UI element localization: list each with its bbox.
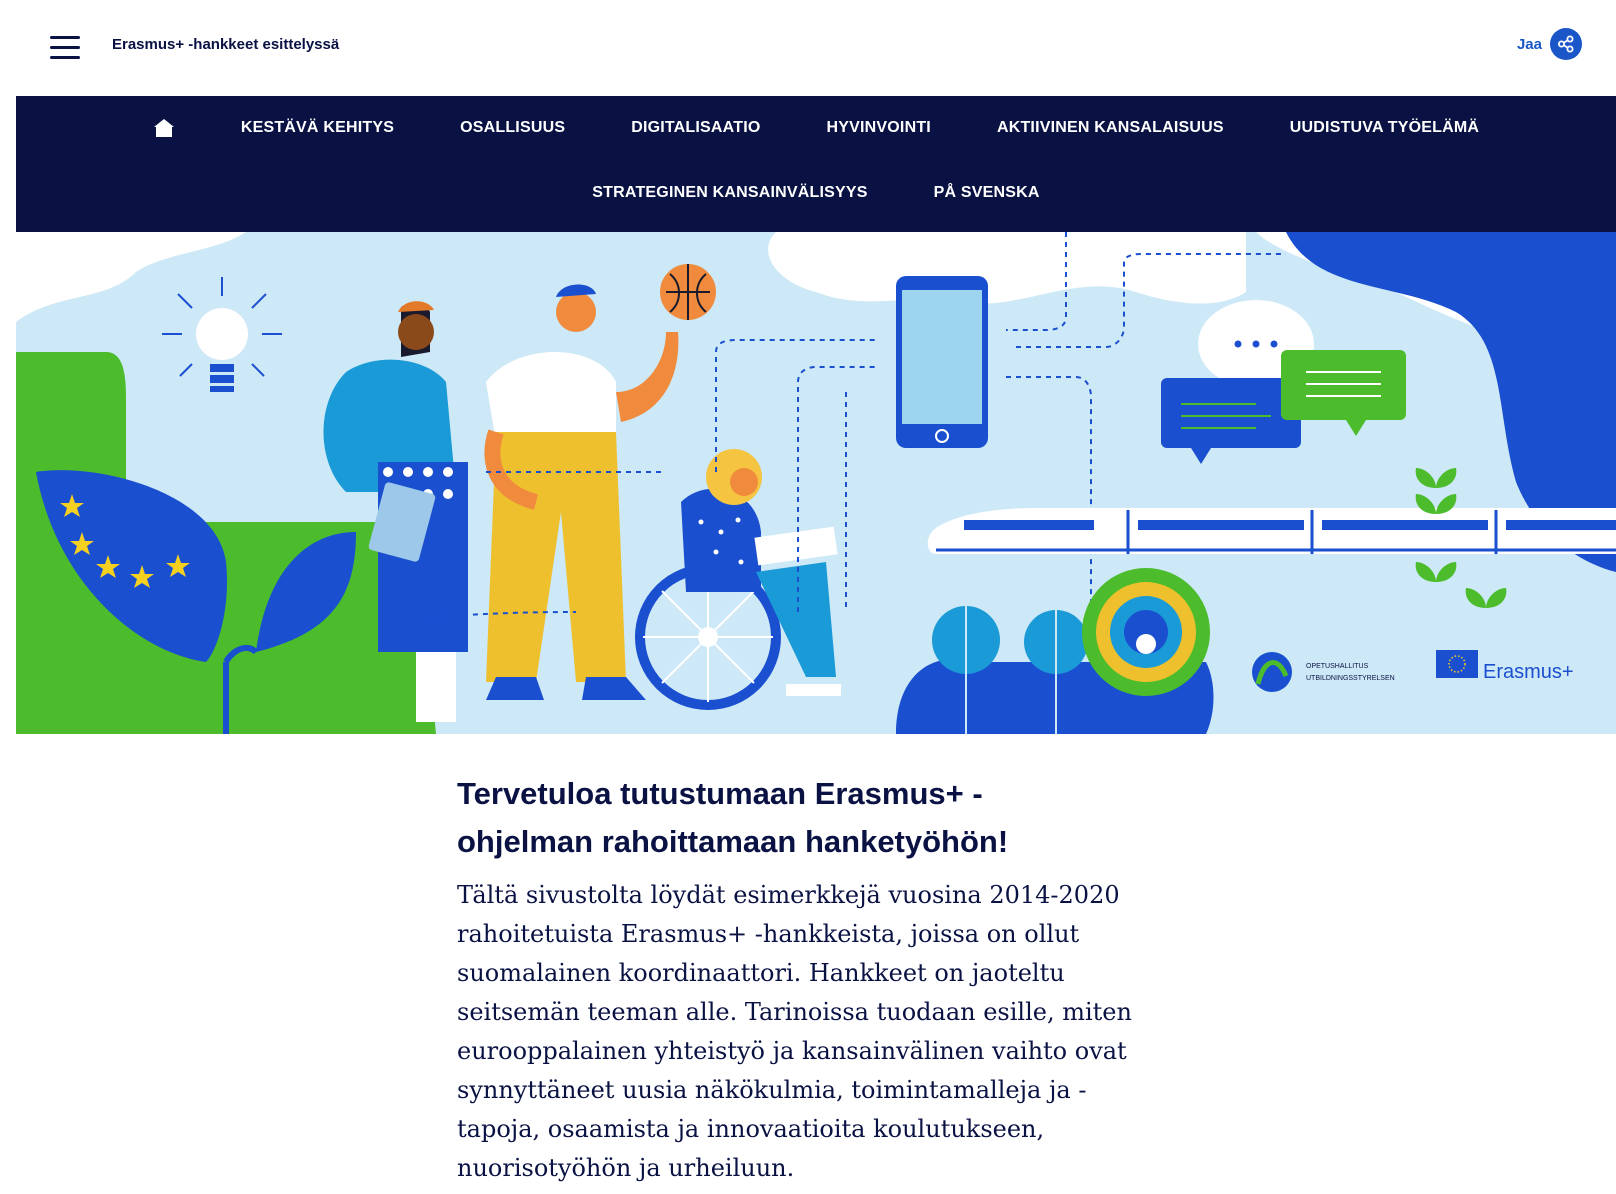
share-button[interactable]: Jaa xyxy=(1517,28,1582,60)
nav-item-aktiivinen-kansalaisuus[interactable]: AKTIIVINEN KANSALAISUUS xyxy=(997,119,1224,137)
menu-icon[interactable] xyxy=(50,36,80,60)
share-icon xyxy=(1550,28,1582,60)
share-label: Jaa xyxy=(1516,35,1542,53)
top-bar: Erasmus+ -hankkeet esittelyssä Jaa xyxy=(16,0,1616,96)
nav-item-strateginen-kansainvalisyys[interactable]: STRATEGINEN KANSAINVÄLISYYS xyxy=(592,184,867,202)
site-title[interactable]: Erasmus+ -hankkeet esittelyssä xyxy=(112,36,339,53)
main-content: Tervetuloa tutustumaan Erasmus+ -ohjelma… xyxy=(457,770,1177,1188)
main-nav: KESTÄVÄ KEHITYS OSALLISUUS DIGITALISAATI… xyxy=(16,96,1616,232)
nav-row-2: STRATEGINEN KANSAINVÄLISYYS PÅ SVENSKA xyxy=(16,184,1616,202)
page: Erasmus+ -hankkeet esittelyssä Jaa KESTÄ… xyxy=(16,0,1616,1194)
page-title: Tervetuloa tutustumaan Erasmus+ -ohjelma… xyxy=(457,776,1009,859)
svg-text:Erasmus+: Erasmus+ xyxy=(1483,661,1574,683)
hero-illustration: OPETUSHALLITUS UTBILDNINGSSTYRELSEN Eras… xyxy=(16,232,1616,734)
svg-text:OPETUSHALLITUS: OPETUSHALLITUS xyxy=(1306,663,1369,670)
hero-banner: OPETUSHALLITUS UTBILDNINGSSTYRELSEN Eras… xyxy=(16,232,1616,734)
nav-item-uudistuva-tyoelama[interactable]: UUDISTUVA TYÖELÄMÄ xyxy=(1290,119,1479,137)
nav-item-hyvinvointi[interactable]: HYVINVOINTI xyxy=(827,119,931,137)
nav-item-kestava-kehitys[interactable]: KESTÄVÄ KEHITYS xyxy=(241,119,394,137)
nav-row-1: KESTÄVÄ KEHITYS OSALLISUUS DIGITALISAATI… xyxy=(16,118,1616,138)
nav-item-pa-svenska[interactable]: PÅ SVENSKA xyxy=(934,184,1040,202)
nav-item-osallisuus[interactable]: OSALLISUUS xyxy=(460,119,565,137)
svg-text:UTBILDNINGSSTYRELSEN: UTBILDNINGSSTYRELSEN xyxy=(1306,675,1395,682)
nav-item-digitalisaatio[interactable]: DIGITALISAATIO xyxy=(631,119,760,137)
intro-paragraph: Tältä sivustolta löydät esimerkkejä vuos… xyxy=(457,881,1132,1182)
home-icon[interactable] xyxy=(153,118,175,138)
